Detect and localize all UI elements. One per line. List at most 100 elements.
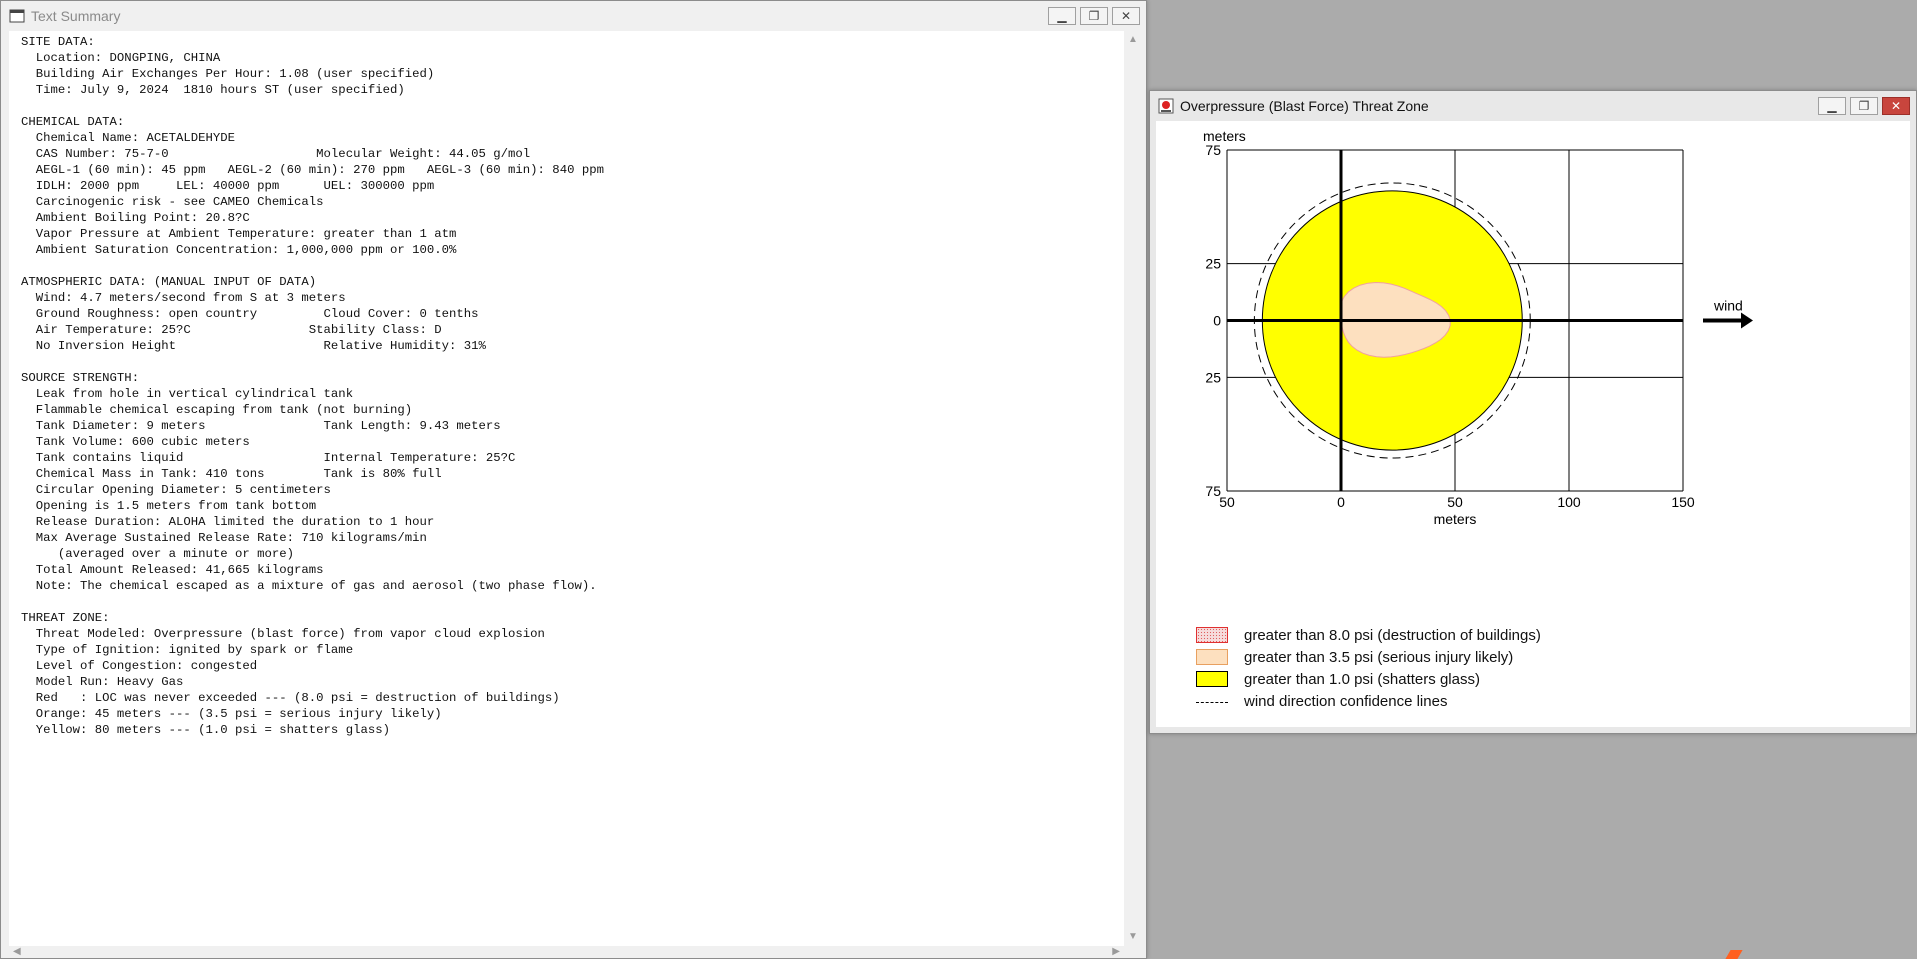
summary-line: Level of Congestion: congested <box>21 659 258 673</box>
legend-label: greater than 8.0 psi (destruction of bui… <box>1244 626 1541 644</box>
summary-line: Flammable chemical escaping from tank (n… <box>21 403 413 417</box>
wind-label: wind <box>1713 298 1743 314</box>
threat-zone-titlebar[interactable]: Overpressure (Blast Force) Threat Zone ▁… <box>1150 91 1916 121</box>
legend-item: wind direction confidence lines <box>1196 690 1541 712</box>
text-summary-title: Text Summary <box>31 8 121 24</box>
threat-zone-chart: 50 0 50 100 150752502575metersmeterswind <box>1203 128 1753 527</box>
text-summary-window: Text Summary ▁ ❐ ✕ SITE DATA: Location: … <box>0 0 1147 959</box>
vertical-scrollbar[interactable]: ▲ ▼ <box>1124 31 1142 946</box>
close-icon: ✕ <box>1890 99 1902 113</box>
scroll-up-icon[interactable]: ▲ <box>1128 35 1138 45</box>
summary-line: Building Air Exchanges Per Hour: 1.08 (u… <box>21 67 435 81</box>
legend-swatch <box>1196 649 1228 665</box>
summary-line: Max Average Sustained Release Rate: 710 … <box>21 531 427 545</box>
summary-line: Type of Ignition: ignited by spark or fl… <box>21 643 354 657</box>
y-tick-label: 25 <box>1205 256 1221 272</box>
scroll-down-icon[interactable]: ▼ <box>1128 932 1138 942</box>
summary-line: No Inversion Height Relative Humidity: 3… <box>21 339 486 353</box>
x-tick-label: 150 <box>1671 494 1695 510</box>
summary-line: THREAT ZONE: <box>21 611 110 625</box>
minimize-button[interactable]: ▁ <box>1818 97 1846 115</box>
y-axis-label: meters <box>1203 128 1246 144</box>
summary-line: Red : LOC was never exceeded --- (8.0 ps… <box>21 691 560 705</box>
x-axis-label: meters <box>1434 511 1477 527</box>
scroll-left-icon[interactable]: ◀ <box>13 947 21 957</box>
legend-dash-icon <box>1196 701 1228 703</box>
summary-line: Wind: 4.7 meters/second from S at 3 mete… <box>21 291 346 305</box>
close-button[interactable]: ✕ <box>1882 97 1910 115</box>
summary-line: Tank Volume: 600 cubic meters <box>21 435 250 449</box>
minimize-icon: ▁ <box>1827 99 1837 113</box>
legend-item: greater than 1.0 psi (shatters glass) <box>1196 668 1541 690</box>
legend-label: wind direction confidence lines <box>1244 692 1448 710</box>
restore-icon: ❐ <box>1858 99 1870 113</box>
y-tick-label: 75 <box>1205 142 1221 158</box>
summary-line: Yellow: 80 meters --- (1.0 psi = shatter… <box>21 723 390 737</box>
summary-line: (averaged over a minute or more) <box>21 547 295 561</box>
wind-arrow-icon <box>1741 312 1753 329</box>
close-icon: ✕ <box>1120 9 1132 23</box>
minimize-icon: ▁ <box>1057 9 1067 23</box>
summary-line: Threat Modeled: Overpressure (blast forc… <box>21 627 545 641</box>
summary-line: Model Run: Heavy Gas <box>21 675 184 689</box>
summary-line: Total Amount Released: 41,665 kilograms <box>21 563 324 577</box>
cursor-fragment <box>1725 950 1743 959</box>
summary-line: Tank contains liquid Internal Temperatur… <box>21 451 516 465</box>
summary-line: Chemical Mass in Tank: 410 tons Tank is … <box>21 467 442 481</box>
summary-line: Carcinogenic risk - see CAMEO Chemicals <box>21 195 324 209</box>
summary-line: Tank Diameter: 9 meters Tank Length: 9.4… <box>21 419 501 433</box>
maximize-button[interactable]: ❐ <box>1080 7 1108 25</box>
summary-line: Vapor Pressure at Ambient Temperature: g… <box>21 227 457 241</box>
threat-zone-window: Overpressure (Blast Force) Threat Zone ▁… <box>1149 90 1917 734</box>
summary-line: CAS Number: 75-7-0 Molecular Weight: 44.… <box>21 147 531 161</box>
threat-zone-content: 50 0 50 100 150 75 25 0 25 75 meters meters wind gre… <box>1156 121 1910 727</box>
summary-line: CHEMICAL DATA: <box>21 115 125 129</box>
summary-line: Air Temperature: 25?C Stability Class: D <box>21 323 442 337</box>
minimize-button[interactable]: ▁ <box>1048 7 1076 25</box>
scroll-right-icon[interactable]: ▶ <box>1112 947 1120 957</box>
summary-line: AEGL-1 (60 min): 45 ppm AEGL-2 (60 min):… <box>21 163 604 177</box>
summary-line <box>21 258 1124 274</box>
summary-line: Orange: 45 meters --- (3.5 psi = serious… <box>21 707 442 721</box>
app-window-icon <box>9 9 25 23</box>
chart-legend: greater than 8.0 psi (destruction of bui… <box>1196 624 1541 712</box>
summary-line: SOURCE STRENGTH: <box>21 371 140 385</box>
maximize-button[interactable]: ❐ <box>1850 97 1878 115</box>
summary-line <box>21 98 1124 114</box>
summary-line: IDLH: 2000 ppm LEL: 40000 ppm UEL: 30000… <box>21 179 435 193</box>
text-summary-titlebar[interactable]: Text Summary ▁ ❐ ✕ <box>1 1 1146 31</box>
x-tick-label: 100 <box>1557 494 1581 510</box>
summary-line: Release Duration: ALOHA limited the dura… <box>21 515 435 529</box>
x-tick-label: 50 <box>1447 494 1463 510</box>
y-tick-label: 75 <box>1205 483 1221 499</box>
summary-line: Note: The chemical escaped as a mixture … <box>21 579 597 593</box>
legend-label: greater than 1.0 psi (shatters glass) <box>1244 670 1480 688</box>
summary-line: Ambient Saturation Concentration: 1,000,… <box>21 243 457 257</box>
summary-line: Location: DONGPING, CHINA <box>21 51 221 65</box>
summary-line: Leak from hole in vertical cylindrical t… <box>21 387 354 401</box>
threat-zone-app-icon <box>1158 98 1174 114</box>
summary-line: Ground Roughness: open country Cloud Cov… <box>21 307 479 321</box>
legend-item: greater than 3.5 psi (serious injury lik… <box>1196 646 1541 668</box>
x-tick-label: 50 <box>1219 494 1235 510</box>
y-tick-label: 0 <box>1213 313 1221 329</box>
summary-text: SITE DATA: Location: DONGPING, CHINA Bui… <box>9 31 1124 738</box>
summary-line: Time: July 9, 2024 1810 hours ST (user s… <box>21 83 405 97</box>
summary-line <box>21 594 1124 610</box>
text-summary-content[interactable]: SITE DATA: Location: DONGPING, CHINA Bui… <box>9 31 1124 946</box>
legend-swatch <box>1196 671 1228 687</box>
summary-line <box>21 354 1124 370</box>
summary-line: Circular Opening Diameter: 5 centimeters <box>21 483 331 497</box>
legend-item: greater than 8.0 psi (destruction of bui… <box>1196 624 1541 646</box>
threat-zone-title: Overpressure (Blast Force) Threat Zone <box>1180 98 1429 114</box>
legend-label: greater than 3.5 psi (serious injury lik… <box>1244 648 1514 666</box>
summary-line: ATMOSPHERIC DATA: (MANUAL INPUT OF DATA) <box>21 275 317 289</box>
horizontal-scrollbar[interactable]: ◀ ▶ <box>9 946 1124 958</box>
close-button[interactable]: ✕ <box>1112 7 1140 25</box>
restore-icon: ❐ <box>1088 9 1100 23</box>
x-tick-label: 0 <box>1337 494 1345 510</box>
legend-swatch <box>1196 627 1228 643</box>
summary-line: Opening is 1.5 meters from tank bottom <box>21 499 317 513</box>
summary-line: Chemical Name: ACETALDEHYDE <box>21 131 236 145</box>
summary-line: Ambient Boiling Point: 20.8?C <box>21 211 250 225</box>
